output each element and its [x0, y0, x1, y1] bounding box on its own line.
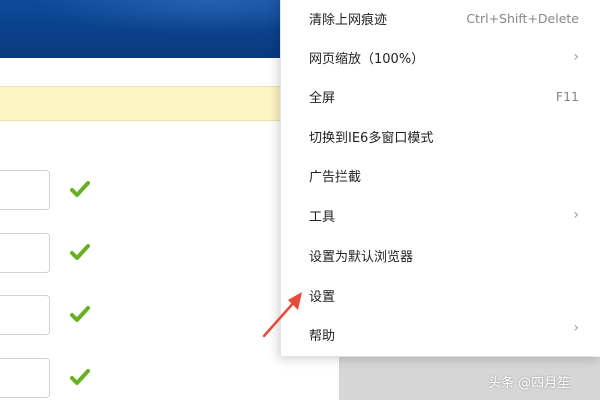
red-arrow-icon [258, 286, 308, 346]
menu-item-label: 全屏 [309, 90, 336, 106]
menu-item-shortcut: Ctrl+Shift+Delete [466, 10, 579, 26]
menu-item-label: 切换到IE6多窗口模式 [309, 130, 434, 146]
watermark: 头条 @四月笙 [488, 376, 571, 391]
menu-item-shortcut: F11 [555, 88, 579, 104]
check-icon [70, 180, 90, 200]
check-icon [70, 305, 90, 325]
form-input[interactable] [0, 358, 50, 398]
header-banner [0, 0, 300, 58]
menu-item-label: 设置 [309, 289, 336, 305]
check-icon [70, 243, 90, 263]
menu-item-label: 网页缩放（100%） [309, 51, 425, 67]
menu-item-label: 帮助 [309, 328, 336, 344]
menu-item-fullscreen[interactable]: 全屏 F11 [281, 76, 600, 116]
check-icon [70, 368, 90, 388]
menu-item-clear-history[interactable]: 清除上网痕迹 Ctrl+Shift+Delete [281, 0, 600, 38]
menu-item-label: 设置为默认浏览器 [309, 249, 414, 265]
browser-menu: 清除上网痕迹 Ctrl+Shift+Delete 网页缩放（100%） › 全屏… [280, 0, 600, 356]
menu-item-label: 广告拦截 [309, 169, 362, 185]
menu-item-help[interactable]: 帮助 › [281, 314, 600, 354]
menu-item-label: 清除上网痕迹 [309, 12, 388, 28]
chevron-right-icon: › [573, 320, 579, 336]
menu-item-set-default-browser[interactable]: 设置为默认浏览器 [281, 235, 600, 275]
chevron-right-icon: › [573, 207, 579, 223]
menu-item-tools[interactable]: 工具 › [281, 195, 600, 235]
chevron-right-icon: › [573, 49, 579, 65]
menu-item-label: 工具 [309, 209, 336, 225]
menu-item-adblock[interactable]: 广告拦截 [281, 155, 600, 195]
menu-item-zoom[interactable]: 网页缩放（100%） › [281, 37, 600, 77]
menu-item-settings[interactable]: 设置 [281, 275, 600, 315]
menu-item-ie6-mode[interactable]: 切换到IE6多窗口模式 [281, 116, 600, 156]
notice-bar [0, 86, 300, 121]
form-input[interactable] [0, 233, 50, 273]
form-input[interactable] [0, 295, 50, 335]
form-input[interactable] [0, 170, 50, 210]
